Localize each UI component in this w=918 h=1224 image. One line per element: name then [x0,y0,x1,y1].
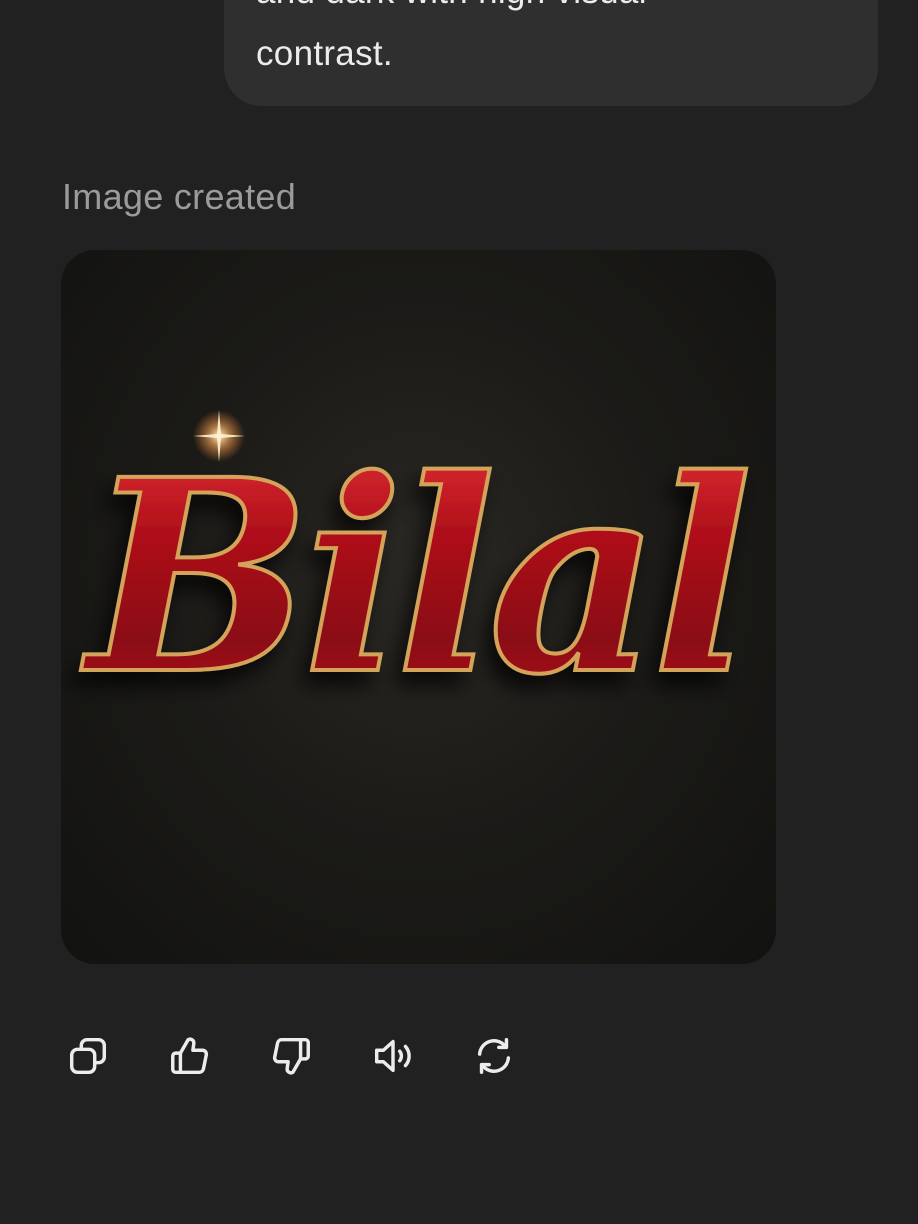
thumbs-up-icon [171,1037,209,1075]
regenerate-button[interactable] [468,1030,520,1082]
thumbs-down-button[interactable] [265,1030,317,1082]
image-created-label: Image created [62,176,297,217]
thumbs-down-icon [272,1037,310,1075]
thumbs-up-button[interactable] [164,1030,216,1082]
refresh-icon [477,1037,511,1075]
user-message-line: and dark with high visual [256,0,647,12]
read-aloud-button[interactable] [367,1030,419,1082]
generated-image[interactable]: Bilal [61,250,776,964]
copy-button[interactable] [62,1030,114,1082]
image-word: Bilal [79,422,748,733]
copy-icon [69,1037,107,1075]
user-message-line: contrast. [256,34,393,73]
user-message-bubble: and dark with high visual contrast. [224,0,878,106]
speaker-icon [374,1039,411,1073]
